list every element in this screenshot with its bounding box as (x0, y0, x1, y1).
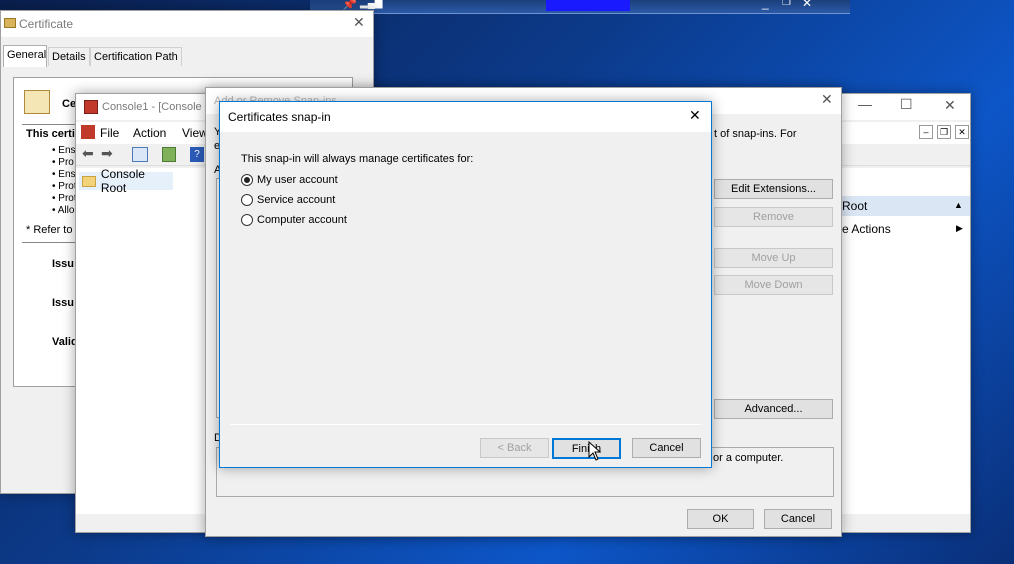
session-title-highlight (546, 0, 630, 11)
refer-note: * Refer to (26, 224, 73, 236)
bullet-3: • Ens (52, 169, 76, 180)
folder-icon (82, 175, 96, 187)
remote-session-bar: 📌 ▂▄▆ _ ❐ ✕ (310, 0, 850, 14)
minimize-icon[interactable]: — (858, 96, 872, 112)
advanced-button[interactable]: Advanced... (714, 399, 833, 419)
console-tree: Console Root (76, 167, 206, 514)
certificate-info: This certi (26, 128, 75, 140)
minimize-session-icon[interactable]: _ (762, 0, 769, 10)
maximize-icon[interactable]: ☐ (900, 96, 913, 113)
signal-icon: ▂▄▆ (360, 0, 383, 9)
radio-indicator (241, 214, 253, 226)
radio-label: My user account (257, 174, 338, 186)
issued-by-label: Issu (52, 297, 75, 309)
menu-action[interactable]: Action (133, 126, 166, 140)
console-title: Console1 - [Console (102, 101, 202, 113)
menu-view[interactable]: View (182, 126, 208, 140)
certificate-icon (4, 18, 16, 28)
radio-service-account[interactable]: Service account (241, 194, 335, 206)
edit-extensions-button[interactable]: Edit Extensions... (714, 179, 833, 199)
dialog-titlebar: Certificates snap-in ✕ (220, 102, 711, 132)
actions-more[interactable]: e Actions ▶ (842, 220, 970, 238)
collapse-arrow-icon[interactable]: ▲ (954, 200, 963, 210)
close-icon[interactable]: ✕ (353, 14, 365, 31)
export-list-icon[interactable] (162, 147, 176, 162)
certificate-heading: Ce (62, 98, 77, 110)
tree-item-console-root[interactable]: Console Root (79, 167, 173, 195)
dialog-title: Certificates snap-in (228, 110, 331, 124)
tab-general[interactable]: General (3, 45, 47, 67)
close-icon[interactable]: ✕ (821, 91, 833, 108)
actions-pane: Root ▲ e Actions ▶ (842, 168, 970, 514)
actions-header: Root ▲ (842, 196, 970, 216)
restore-session-icon[interactable]: ❐ (782, 0, 791, 8)
mouse-cursor-icon (588, 441, 602, 461)
close-icon[interactable]: ✕ (689, 107, 701, 124)
certificates-snapin-dialog: Certificates snap-in ✕ This snap-in will… (219, 101, 712, 468)
bullet-2: • Pro (52, 157, 74, 168)
remove-button[interactable]: Remove (714, 207, 833, 227)
issued-to-label: Issu (52, 258, 75, 270)
radio-label: Service account (257, 194, 336, 206)
valid-label: Valid (52, 336, 78, 348)
cancel-button[interactable]: Cancel (764, 509, 832, 529)
mdi-close-icon[interactable]: ✕ (955, 125, 969, 139)
actions-root-label: Root (842, 199, 868, 213)
menu-file[interactable]: File (100, 126, 119, 140)
console-doc-icon (81, 125, 95, 139)
help-icon[interactable]: ? (190, 147, 204, 162)
bullet-6: • Allo (52, 205, 75, 216)
show-hide-tree-icon[interactable] (132, 147, 148, 162)
radio-label: Computer account (257, 214, 347, 226)
tab-certification-path[interactable]: Certification Path (90, 47, 182, 66)
radio-my-user-account[interactable]: My user account (241, 174, 338, 186)
bullet-1: • Ens (52, 145, 76, 156)
back-button[interactable]: < Back (480, 438, 549, 458)
bullet-5: • Prot (52, 193, 77, 204)
cancel-button[interactable]: Cancel (632, 438, 701, 458)
move-up-button[interactable]: Move Up (714, 248, 833, 268)
certificate-tabs: General Details Certification Path (1, 45, 373, 67)
tree-item-label: Console Root (100, 167, 145, 195)
bullet-4: • Prot (52, 181, 77, 192)
mdi-restore-icon[interactable]: ❐ (937, 125, 951, 139)
radio-computer-account[interactable]: Computer account (241, 214, 347, 226)
back-arrow-icon[interactable]: ⬅ (82, 145, 94, 162)
radio-indicator (241, 174, 253, 186)
certificate-badge-icon (24, 90, 50, 114)
radio-indicator (241, 194, 253, 206)
tab-details[interactable]: Details (48, 47, 90, 66)
mdi-minimize-icon[interactable]: – (919, 125, 933, 139)
forward-arrow-icon[interactable]: ➡ (101, 145, 113, 162)
submenu-arrow-icon: ▶ (956, 223, 963, 233)
certificate-titlebar: Certificate ✕ (1, 11, 373, 37)
description-text: or a computer. (713, 452, 784, 464)
finish-button[interactable]: Finish (552, 438, 621, 459)
snapins-desc: t of snap-ins. For (714, 128, 797, 140)
dialog-separator (230, 424, 701, 425)
close-session-icon[interactable]: ✕ (802, 0, 812, 10)
actions-more-label: e Actions (842, 222, 891, 236)
dialog-prompt: This snap-in will always manage certific… (241, 153, 474, 165)
console-icon (84, 100, 98, 114)
move-down-button[interactable]: Move Down (714, 275, 833, 295)
ok-button[interactable]: OK (687, 509, 754, 529)
close-icon[interactable]: ✕ (944, 97, 956, 114)
certificate-title: Certificate (19, 17, 74, 31)
